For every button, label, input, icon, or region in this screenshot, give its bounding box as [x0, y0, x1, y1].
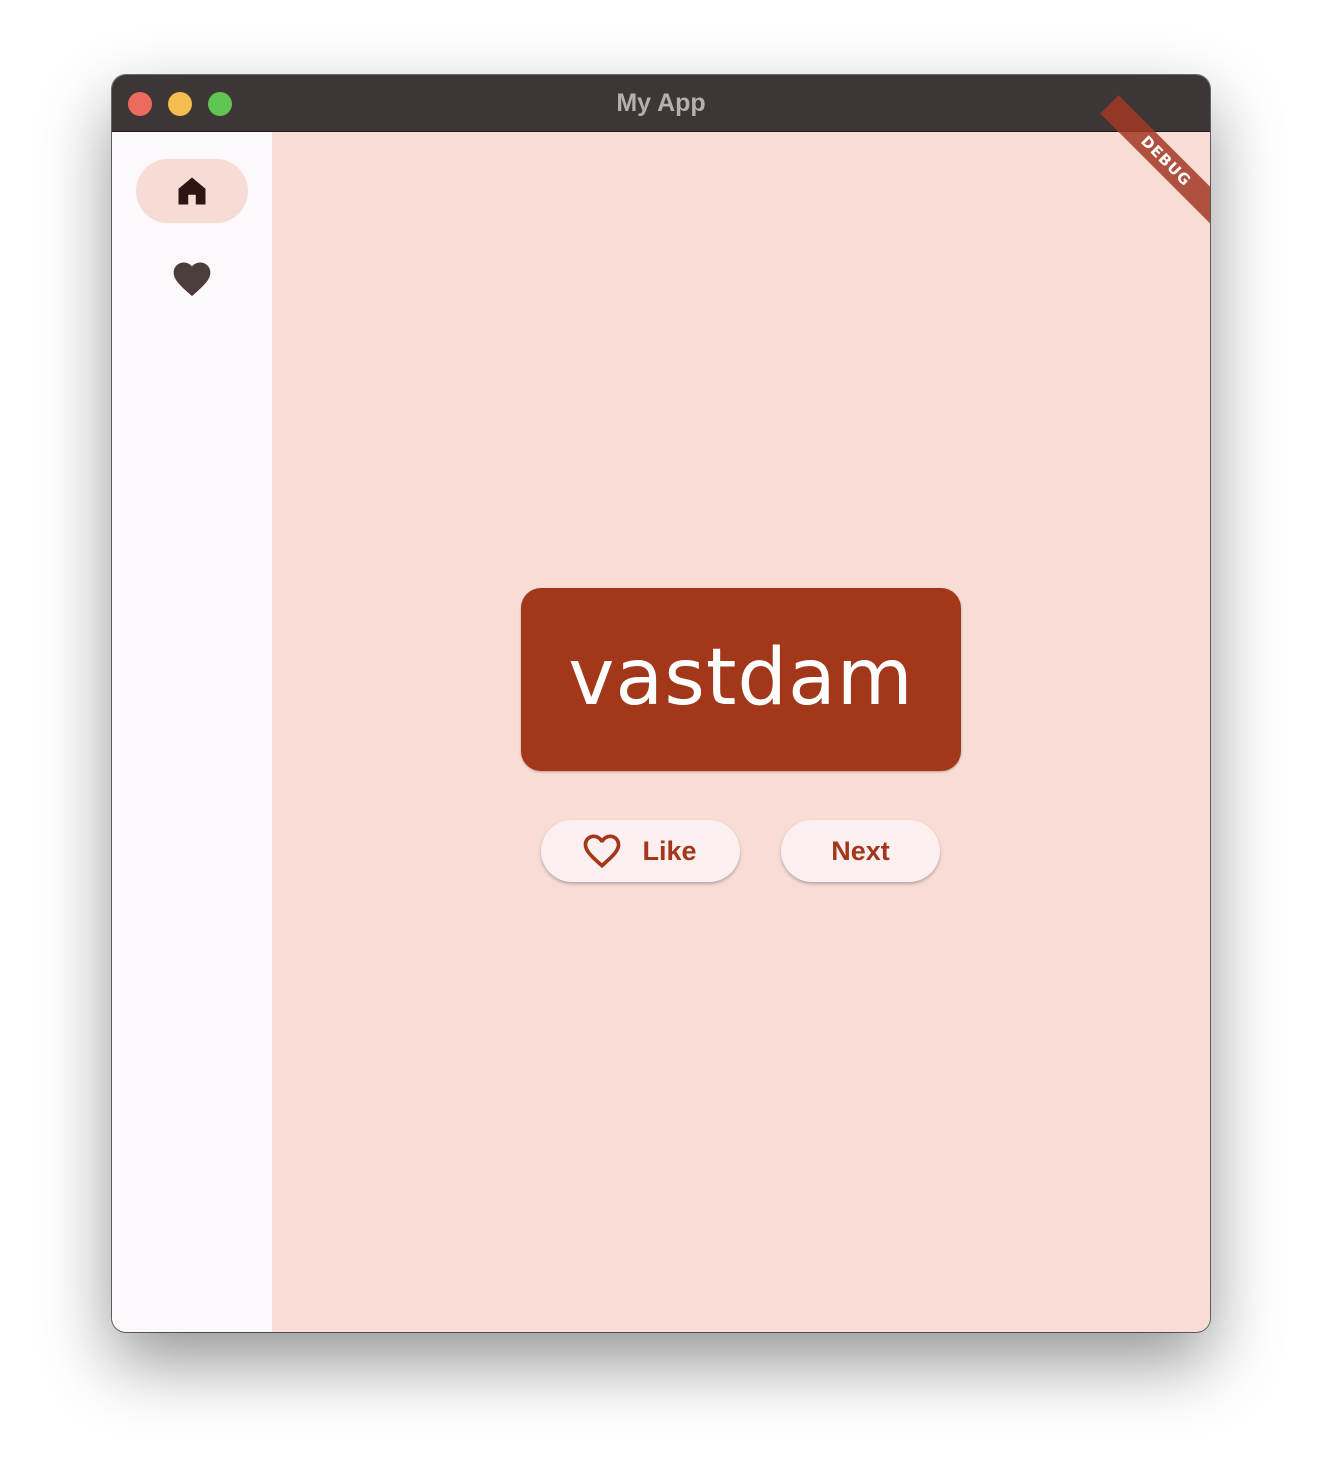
home-icon: [174, 173, 210, 209]
nav-item-favorites[interactable]: [136, 247, 248, 311]
like-button-label: Like: [642, 835, 697, 866]
generator-page: vastdam Like Next DEBUG: [272, 95, 1210, 1332]
like-button[interactable]: Like: [541, 820, 740, 882]
app-window: My App vastdam Like Next DEBUG: [112, 75, 1210, 1332]
heart-icon: [170, 257, 214, 301]
word-pair-text: vastdam: [568, 632, 914, 723]
window-title: My App: [616, 89, 706, 117]
title-bar[interactable]: My App: [112, 75, 1210, 132]
next-button[interactable]: Next: [781, 820, 940, 882]
word-pair-card: vastdam: [521, 588, 961, 771]
navigation-rail: [112, 132, 272, 1332]
nav-item-home[interactable]: [136, 159, 248, 223]
app-content: vastdam Like Next DEBUG: [112, 95, 1210, 1332]
heart-outline-icon: [580, 829, 624, 873]
next-button-label: Next: [831, 835, 890, 866]
